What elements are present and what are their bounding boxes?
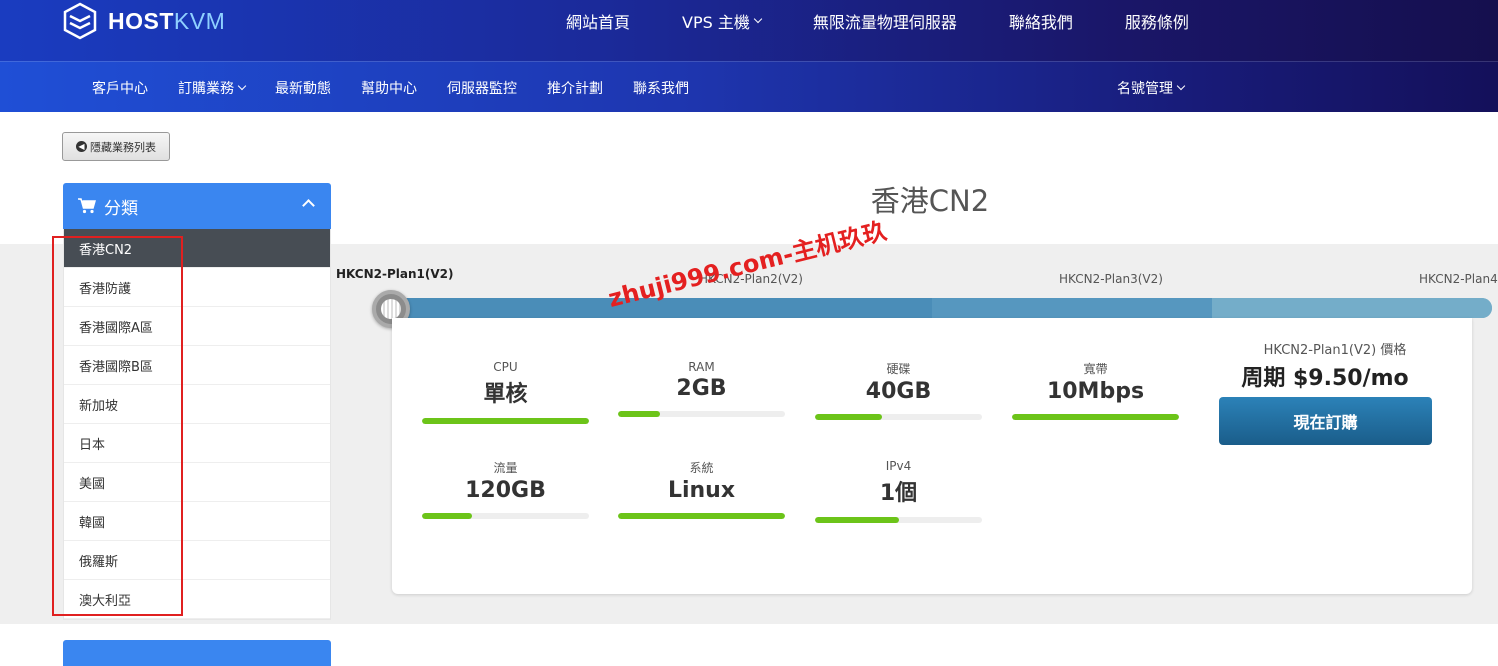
spec-bar-fill (1012, 414, 1179, 420)
spec-value: 120GB (465, 478, 546, 503)
plan-label-4[interactable]: HKCN2-Plan4 (1419, 272, 1498, 286)
account-menu[interactable]: 名號管理 (1117, 62, 1186, 113)
category-item[interactable]: 新加坡 (64, 385, 330, 424)
spec-label: RAM (688, 360, 715, 374)
spec-bar (815, 414, 982, 420)
category-list: 香港CN2 香港防護 香港國際A區 香港國際B區 新加坡 日本 美國 韓國 俄羅… (63, 229, 331, 620)
nav-vps[interactable]: VPS 主機 (682, 9, 763, 33)
spec-label: 硬碟 (886, 362, 911, 376)
spec-value: 2GB (676, 376, 727, 401)
client-nav: 客戶中心 訂購業務 最新動態 幫助中心 伺服器監控 推介計劃 聯系我們 (77, 62, 704, 113)
spec-bar (815, 517, 982, 523)
category-item[interactable]: 香港國際B區 (64, 346, 330, 385)
spec-item: 流量 120GB (422, 459, 589, 519)
category-item[interactable]: 澳大利亞 (64, 580, 330, 619)
spec-bar-fill (422, 418, 589, 424)
chevron-up-icon[interactable] (302, 199, 315, 212)
spec-bar (618, 513, 785, 519)
category-item[interactable]: 香港防護 (64, 268, 330, 307)
spec-label: 系統 (689, 461, 714, 475)
cube-logo-icon (63, 2, 97, 40)
order-now-button[interactable]: 現在訂購 (1219, 397, 1432, 445)
spec-bar (422, 513, 589, 519)
spec-item: IPv4 1個 (815, 459, 982, 523)
category-item[interactable]: 俄羅斯 (64, 541, 330, 580)
main-nav: 網站首頁 VPS 主機 無限流量物理伺服器 聯絡我們 服務條例 (540, 0, 1215, 42)
category-item[interactable]: 香港CN2 (64, 229, 330, 268)
spec-label: 寬帶 (1083, 362, 1108, 376)
brand-logo[interactable]: HOSTKVM (60, 0, 225, 42)
category-panel: 分類 香港CN2 香港防護 香港國際A區 香港國際B區 新加坡 日本 美國 韓國… (63, 183, 331, 620)
spec-bar-fill (618, 513, 785, 519)
spec-bar (618, 411, 785, 417)
spec-label: CPU (493, 360, 518, 374)
plan-label-1[interactable]: HKCN2-Plan1(V2) (336, 267, 454, 281)
spec-label: IPv4 (885, 459, 912, 473)
client-nav-bar: 客戶中心 訂購業務 最新動態 幫助中心 伺服器監控 推介計劃 聯系我們 名號管理 (0, 61, 1498, 112)
spec-item: 硬碟 40GB (815, 360, 982, 420)
spec-item: 系統 Linux (618, 459, 785, 519)
subnav-help[interactable]: 幫助中心 (346, 78, 432, 98)
arrow-left-circle-icon: ◀ (76, 141, 87, 152)
slider-segment (932, 298, 1212, 318)
actions-panel-header[interactable]: + 操作 (63, 640, 331, 666)
subnav-order[interactable]: 訂購業務 (163, 78, 260, 98)
spec-item: CPU 單核 (422, 360, 589, 424)
spec-label: 流量 (493, 461, 518, 475)
cart-icon (78, 198, 96, 214)
chevron-down-icon (753, 14, 763, 24)
slider-segment (1212, 298, 1492, 318)
spec-value: 1個 (879, 481, 918, 506)
subnav-referral[interactable]: 推介計劃 (532, 78, 618, 98)
spec-bar (422, 418, 589, 424)
nav-home[interactable]: 網站首頁 (566, 9, 630, 33)
spec-item: 寬帶 10Mbps (1012, 360, 1179, 420)
subnav-client-area[interactable]: 客戶中心 (77, 78, 163, 98)
spec-bar-fill (815, 517, 899, 523)
spec-bar (1012, 414, 1179, 420)
spec-bar-fill (618, 411, 660, 417)
category-item[interactable]: 日本 (64, 424, 330, 463)
chevron-down-icon (237, 81, 247, 90)
hide-list-button[interactable]: ◀ 隱藏業務列表 (62, 132, 170, 161)
spec-value: 40GB (865, 379, 932, 404)
category-panel-header[interactable]: 分類 (63, 183, 331, 229)
category-item[interactable]: 美國 (64, 463, 330, 502)
nav-dedicated[interactable]: 無限流量物理伺服器 (813, 9, 957, 33)
price-label: HKCN2-Plan1(V2) 價格 (1263, 343, 1407, 358)
top-header: HOSTKVM 網站首頁 VPS 主機 無限流量物理伺服器 聯絡我們 服務條例 (0, 0, 1498, 61)
chevron-down-icon (1176, 81, 1186, 90)
nav-terms[interactable]: 服務條例 (1125, 9, 1189, 33)
subnav-news[interactable]: 最新動態 (260, 78, 346, 98)
plan-label-3[interactable]: HKCN2-Plan3(V2) (1059, 272, 1163, 286)
category-item[interactable]: 香港國際A區 (64, 307, 330, 346)
spec-value: 10Mbps (1046, 379, 1145, 404)
category-item[interactable]: 韓國 (64, 502, 330, 541)
spec-value: Linux (667, 478, 736, 503)
spec-value: 單核 (483, 382, 528, 407)
brand-name: HOSTKVM (108, 7, 226, 34)
category-panel-title: 分類 (104, 198, 138, 219)
price-value: 周期 $9.50/mo (1241, 366, 1409, 391)
spec-bar-fill (815, 414, 882, 420)
subnav-monitor[interactable]: 伺服器監控 (432, 78, 532, 98)
product-title: 香港CN2 (870, 184, 990, 218)
spec-item: RAM 2GB (618, 360, 785, 417)
plan-slider-track[interactable] (392, 298, 1492, 318)
nav-contact[interactable]: 聯絡我們 (1009, 9, 1073, 33)
subnav-contact[interactable]: 聯系我們 (618, 78, 704, 98)
spec-bar-fill (422, 513, 473, 519)
